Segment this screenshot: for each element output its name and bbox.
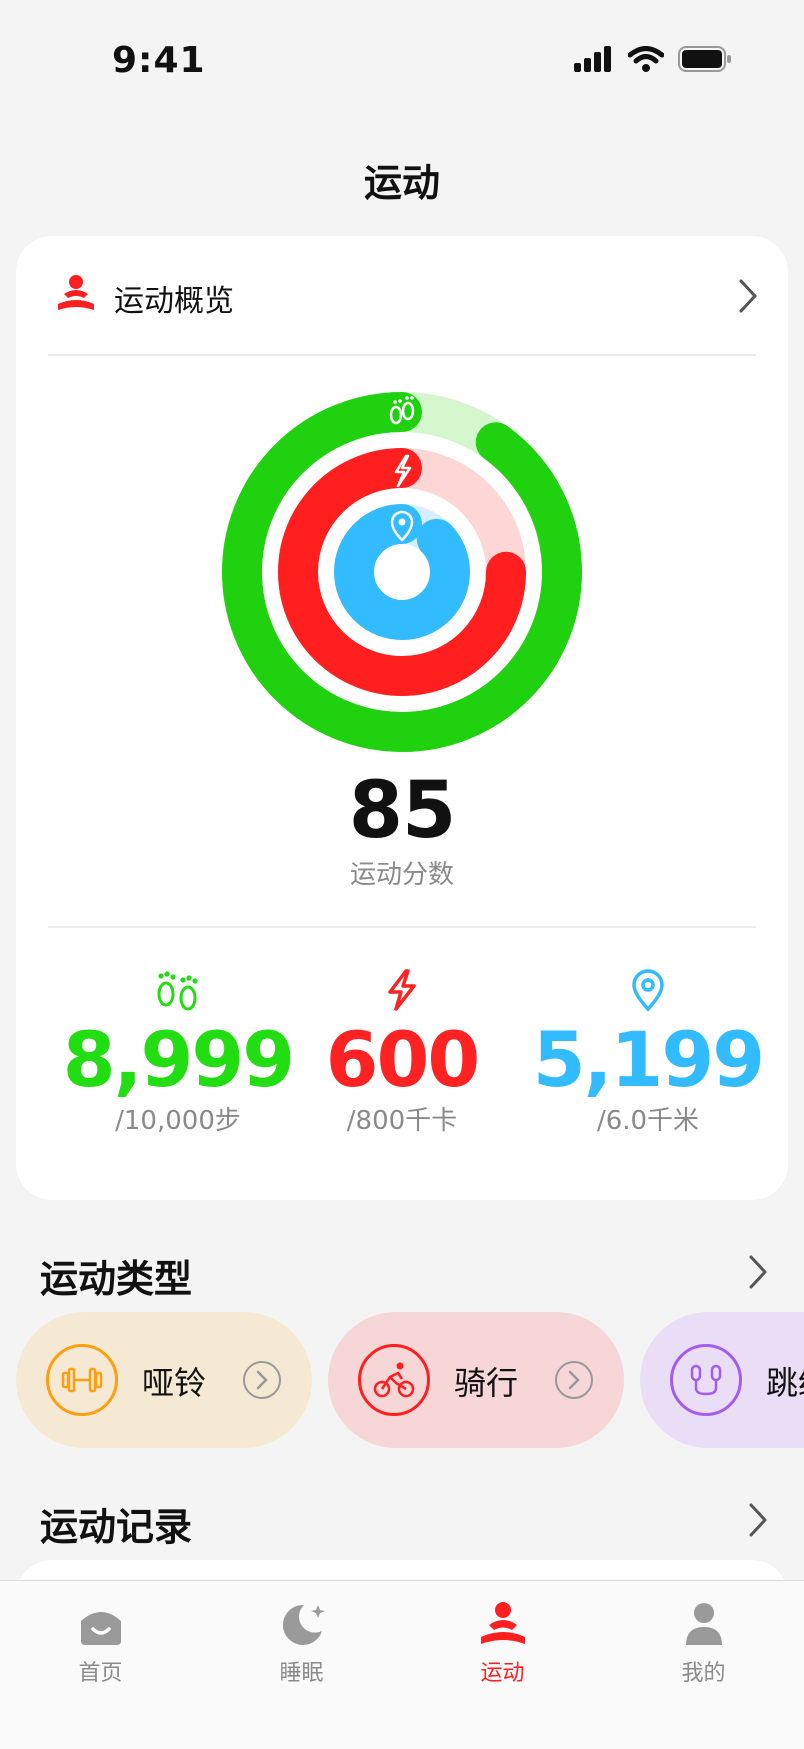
sport-score: 85 [348,766,457,856]
dumbbell-icon [46,1344,118,1416]
jump-rope-icon [670,1344,742,1416]
steps-stat: 8,999 /10,000步 [48,966,308,1137]
person-icon [685,1603,722,1645]
sport-type-label: 骑行 [454,1364,519,1402]
footprints-icon [157,971,198,1011]
overview-card: 运动概览 85 运动分数 8,999 /10,000步 600 /800千卡 5… [16,236,788,1200]
sport-type-cycling[interactable]: 骑行 [328,1312,624,1448]
sport-score-label: 运动分数 [349,860,454,890]
sport-types-title: 运动类型 [40,1257,193,1301]
sport-type-label: 跳绳 [766,1364,804,1402]
status-icons [574,46,732,72]
exercise-icon [480,1602,525,1644]
sport-type-dumbbell[interactable]: 哑铃 [16,1312,312,1448]
signal-icon [574,46,611,72]
chevron-circle-icon[interactable] [242,1360,282,1400]
lightning-icon [388,969,416,1011]
meditation-icon [58,275,94,310]
divider [48,926,756,928]
status-bar: 9:41 [0,0,804,120]
tab-exercise[interactable]: 运动 [402,1593,603,1693]
tab-label: 我的 [681,1661,726,1686]
chevron-circle-icon[interactable] [554,1360,594,1400]
activity-rings [222,392,582,752]
sport-type-jump-rope[interactable]: 跳绳 [640,1312,804,1448]
tab-mine[interactable]: 我的 [603,1593,804,1693]
calories-value: 600 [325,1015,481,1104]
cycling-icon [358,1344,430,1416]
tab-bar: 首页 睡眠 运动 我的 [0,1580,804,1749]
status-time: 9:41 [112,40,206,81]
sport-records-title: 运动记录 [40,1505,193,1549]
moon-icon [282,1604,325,1645]
divider [48,354,756,356]
tab-label: 运动 [480,1661,525,1686]
tab-label: 睡眠 [279,1661,324,1686]
calories-goal: /800千卡 [346,1106,458,1136]
steps-value: 8,999 [62,1015,295,1104]
chevron-right-icon[interactable] [748,1502,768,1538]
overview-title: 运动概览 [114,284,234,319]
overview-header[interactable]: 运动概览 [16,236,788,354]
distance-stat: 5,199 /6.0千米 [518,966,778,1137]
home-icon [80,1612,121,1645]
wifi-icon [628,46,664,72]
tab-label: 首页 [78,1661,123,1686]
calories-stat: 600 /800千卡 [272,966,532,1137]
chevron-right-icon[interactable] [748,1254,768,1290]
location-pin-icon [632,969,664,1012]
chevron-right-icon[interactable] [738,278,758,314]
distance-value: 5,199 [532,1015,765,1104]
tab-sleep[interactable]: 睡眠 [201,1593,402,1693]
battery-icon [678,46,731,72]
page-title: 运动 [363,161,440,205]
sport-type-label: 哑铃 [142,1364,207,1402]
tab-home[interactable]: 首页 [0,1593,201,1693]
